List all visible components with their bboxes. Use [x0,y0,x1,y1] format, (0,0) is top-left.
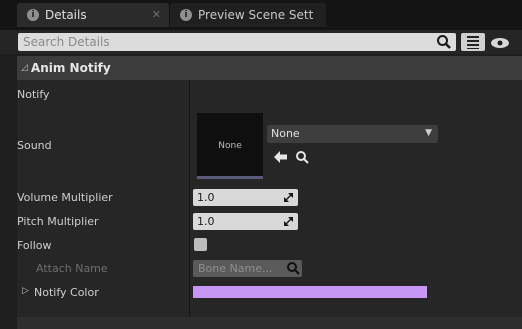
follow-label: Follow [17,239,52,252]
info-icon: i [180,9,192,21]
follow-checkbox[interactable] [194,238,207,251]
tab-details[interactable]: i Details ✕ [17,3,169,27]
tab-preview-scene-settings[interactable]: i Preview Scene Sett [170,3,326,27]
list-icon [467,36,479,49]
volume-multiplier-value: 1.0 [197,191,215,204]
close-icon[interactable]: ✕ [152,8,161,21]
search-placeholder: Search Details [23,35,110,49]
tab-label: Details [45,8,87,22]
expand-triangle-icon[interactable]: ▷ [22,286,29,296]
browse-search-icon[interactable] [295,150,309,164]
search-icon[interactable] [436,34,452,50]
volume-multiplier-label: Volume Multiplier [17,191,113,204]
sound-asset-combo[interactable]: None ▼ [267,125,438,143]
pitch-multiplier-label: Pitch Multiplier [17,215,99,228]
chevron-down-icon: ▼ [425,128,432,138]
info-icon: i [27,9,39,21]
search-icon[interactable] [286,261,300,275]
view-options-button[interactable] [461,33,485,51]
collapse-triangle-icon[interactable]: ◿ [21,63,28,73]
bone-name-input[interactable]: Bone Name... [193,260,302,277]
column-divider[interactable] [189,80,190,322]
notify-color-swatch[interactable] [193,286,427,298]
search-row: Search Details [0,30,522,54]
category-label: Anim Notify [30,61,111,75]
drag-handle-icon[interactable] [283,216,294,227]
tab-label: Preview Scene Sett [198,8,314,22]
notify-color-label: Notify Color [34,286,99,299]
thumbnail-label: None [218,141,242,151]
sound-label: Sound [17,139,52,152]
notify-label: Notify [17,88,50,101]
category-header-anim-notify[interactable]: ◿ Anim Notify [17,56,522,80]
pitch-multiplier-value: 1.0 [197,215,215,228]
eye-icon[interactable] [490,37,510,49]
search-input[interactable]: Search Details [18,33,456,51]
attach-name-label: Attach Name [36,262,108,275]
volume-multiplier-input[interactable]: 1.0 [193,189,298,206]
tab-bar: i Details ✕ i Preview Scene Sett [0,0,522,30]
use-selected-arrow-icon[interactable] [273,150,289,164]
sound-asset-thumbnail[interactable]: None [197,113,263,179]
pitch-multiplier-input[interactable]: 1.0 [193,213,298,230]
drag-handle-icon[interactable] [283,192,294,203]
sound-selected-value: None [271,127,300,140]
bone-name-placeholder: Bone Name... [198,262,273,275]
footer-bar [17,317,522,329]
